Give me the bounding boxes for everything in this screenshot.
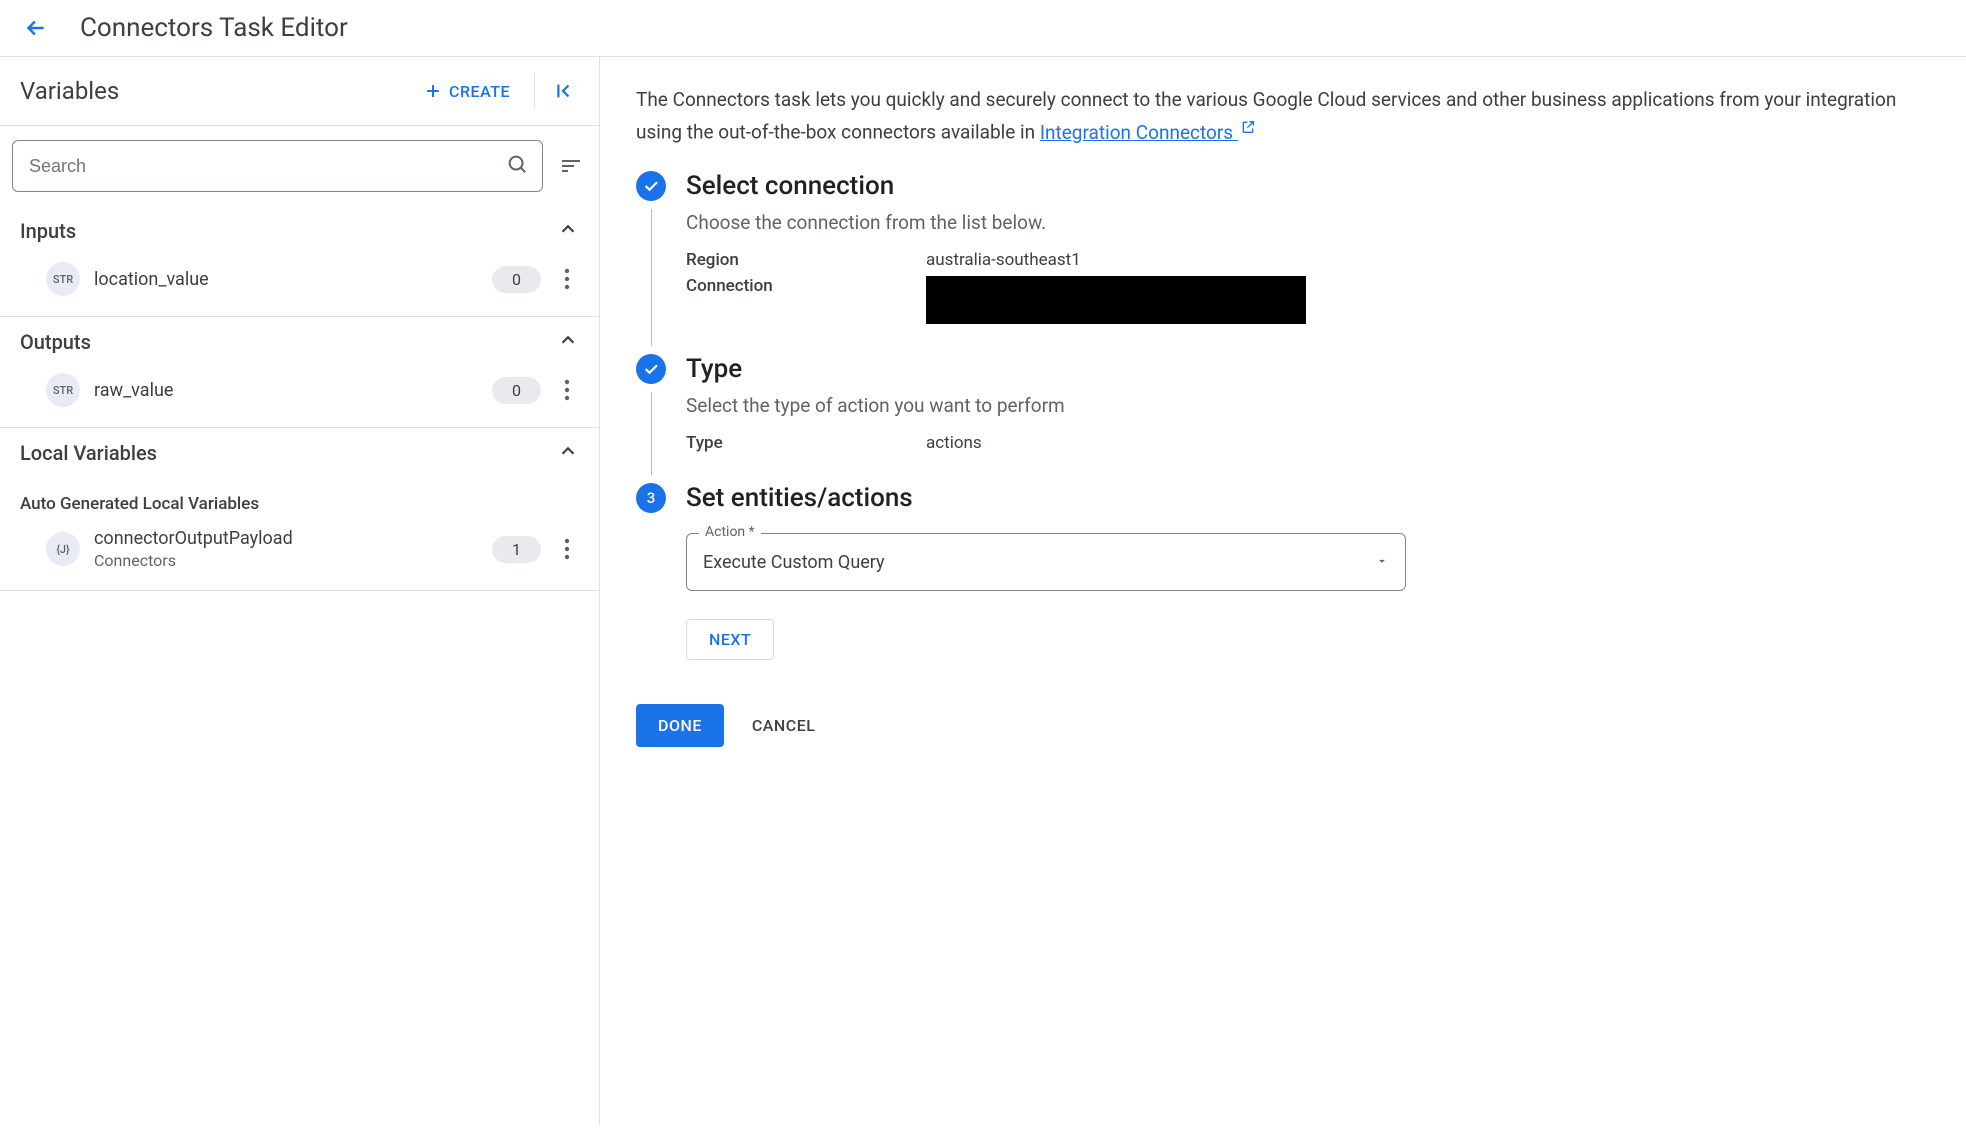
step-subtitle: Choose the connection from the list belo… <box>686 211 1930 234</box>
integration-connectors-link[interactable]: Integration Connectors <box>1040 121 1256 144</box>
variable-row[interactable]: {J} connectorOutputPayload Connectors 1 <box>0 518 599 590</box>
sidebar: Variables CREATE <box>0 57 600 1125</box>
step-marker <box>636 354 666 475</box>
kv-key: Region <box>686 250 926 270</box>
section-outputs: Outputs STR raw_value 0 <box>0 317 599 428</box>
kv-val: australia-southeast1 <box>926 250 1081 270</box>
kv-val: actions <box>926 433 982 453</box>
sort-icon[interactable] <box>555 154 587 178</box>
count-pill: 1 <box>492 536 541 563</box>
section-inputs: Inputs STR location_value 0 <box>0 206 599 317</box>
more-menu-icon[interactable] <box>555 268 579 290</box>
intro-pre: The Connectors task lets you quickly and… <box>636 88 1896 144</box>
back-arrow-icon[interactable] <box>20 12 52 44</box>
done-button[interactable]: DONE <box>636 704 724 747</box>
step-check-icon <box>636 354 666 384</box>
type-badge-json: {J} <box>46 532 80 566</box>
plus-icon <box>423 81 443 101</box>
step-body: Type Select the type of action you want … <box>686 354 1930 475</box>
step-number: 3 <box>636 483 666 513</box>
step-body: Set entities/actions Action * Execute Cu… <box>686 483 1930 676</box>
intro-text: The Connectors task lets you quickly and… <box>636 85 1930 147</box>
cancel-button[interactable]: CANCEL <box>752 716 816 735</box>
section-local: Local Variables Auto Generated Local Var… <box>0 428 599 591</box>
step-1: Select connection Choose the connection … <box>636 171 1930 346</box>
select-value: Execute Custom Query <box>703 552 1375 573</box>
sidebar-title: Variables <box>20 77 119 105</box>
select-label: Action * <box>699 524 761 540</box>
link-text: Integration Connectors <box>1040 121 1233 144</box>
step-title: Select connection <box>686 171 1930 201</box>
step-2: Type Select the type of action you want … <box>636 354 1930 475</box>
external-link-icon <box>1240 114 1256 143</box>
section-title: Local Variables <box>20 441 157 465</box>
section-title: Outputs <box>20 330 91 354</box>
sidebar-actions: CREATE <box>411 73 579 109</box>
search-wrapper <box>12 140 543 192</box>
section-header-local[interactable]: Local Variables <box>0 428 599 474</box>
more-menu-icon[interactable] <box>555 538 579 560</box>
kv-row-connection: Connection <box>686 276 1930 324</box>
chevron-up-icon <box>557 329 579 355</box>
section-header-outputs[interactable]: Outputs <box>0 317 599 363</box>
variable-subtitle: Connectors <box>94 551 478 570</box>
variable-name: raw_value <box>94 380 478 401</box>
step-check-icon <box>636 171 666 201</box>
step-line <box>651 209 652 346</box>
chevron-down-icon <box>1375 553 1389 572</box>
section-title: Inputs <box>20 219 76 243</box>
section-header-inputs[interactable]: Inputs <box>0 206 599 252</box>
kv-row-region: Region australia-southeast1 <box>686 250 1930 270</box>
step-body: Select connection Choose the connection … <box>686 171 1930 346</box>
kv-key: Type <box>686 433 926 453</box>
kv-key: Connection <box>686 276 926 324</box>
count-pill: 0 <box>492 377 541 404</box>
step-3: 3 Set entities/actions Action * Execute … <box>636 483 1930 676</box>
search-input[interactable] <box>13 156 506 177</box>
step-subtitle: Select the type of action you want to pe… <box>686 394 1930 417</box>
more-menu-icon[interactable] <box>555 379 579 401</box>
connection-value-redacted <box>926 276 1306 324</box>
step-title: Type <box>686 354 1930 384</box>
divider <box>534 73 535 109</box>
step-line <box>651 392 652 475</box>
create-button[interactable]: CREATE <box>411 73 522 109</box>
auto-gen-label: Auto Generated Local Variables <box>0 474 599 518</box>
search-row <box>0 126 599 206</box>
variable-name: connectorOutputPayload <box>94 528 478 549</box>
action-select[interactable]: Action * Execute Custom Query <box>686 533 1406 591</box>
variable-row[interactable]: STR location_value 0 <box>0 252 599 316</box>
page-title: Connectors Task Editor <box>80 13 348 43</box>
count-pill: 0 <box>492 266 541 293</box>
chevron-up-icon <box>557 440 579 466</box>
search-icon <box>506 153 542 179</box>
variable-row[interactable]: STR raw_value 0 <box>0 363 599 427</box>
type-badge-str: STR <box>46 373 80 407</box>
step-title: Set entities/actions <box>686 483 1930 513</box>
header: Connectors Task Editor <box>0 0 1966 57</box>
main-panel: The Connectors task lets you quickly and… <box>600 57 1966 1125</box>
create-label: CREATE <box>449 82 510 101</box>
collapse-panel-icon[interactable] <box>547 75 579 107</box>
step-marker: 3 <box>636 483 666 676</box>
sidebar-header: Variables CREATE <box>0 57 599 126</box>
footer-actions: DONE CANCEL <box>636 704 1930 747</box>
step-marker <box>636 171 666 346</box>
chevron-up-icon <box>557 218 579 244</box>
next-button[interactable]: NEXT <box>686 619 774 660</box>
variable-name: location_value <box>94 269 478 290</box>
type-badge-str: STR <box>46 262 80 296</box>
kv-row-type: Type actions <box>686 433 1930 453</box>
